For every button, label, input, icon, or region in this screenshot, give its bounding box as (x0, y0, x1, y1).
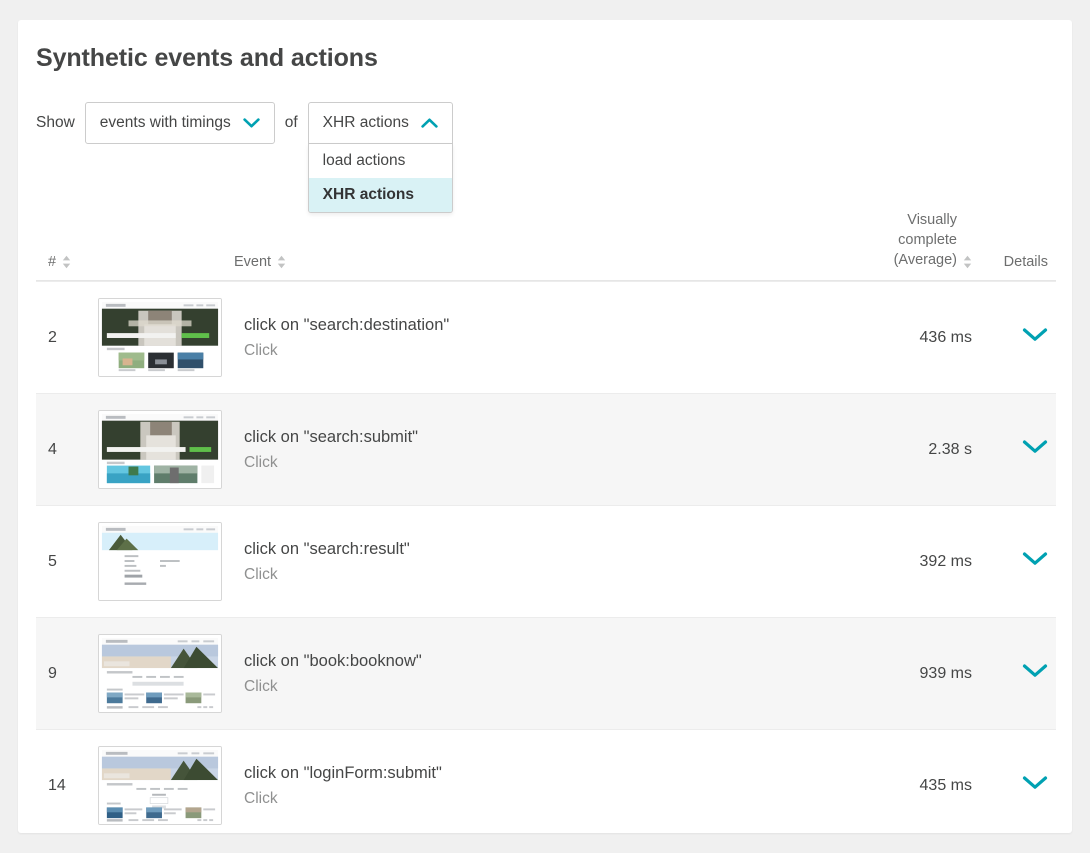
table-row[interactable]: 5 click on "search:result" Click 392 ms (36, 505, 1056, 617)
row-event-cell: click on "search:destination" Click (234, 313, 787, 363)
event-title: click on "loginForm:submit" (244, 763, 442, 782)
events-table: # Event Visually complete (Average) Deta… (36, 210, 1056, 841)
row-thumbnail-cell (98, 410, 234, 489)
dropdown-option-xhr-actions[interactable]: XHR actions (308, 178, 452, 212)
table-row[interactable]: 4 click on "search:submit" Click 2.38 s (36, 393, 1056, 505)
action-type-select-wrap: XHR actions load actions XHR actions (307, 102, 453, 213)
row-event-cell: click on "search:result" Click (234, 537, 787, 587)
column-header-number-label: # (48, 254, 57, 270)
event-subtitle: Click (244, 789, 278, 807)
row-expand-button[interactable] (972, 775, 1056, 796)
chevron-down-icon (1022, 775, 1048, 796)
event-title: click on "search:submit" (244, 427, 419, 446)
row-number: 2 (48, 328, 57, 346)
screenshot-thumbnail[interactable] (98, 746, 222, 825)
column-header-event-label: Event (234, 254, 272, 270)
event-subtitle: Click (244, 341, 278, 359)
page-root: Synthetic events and actions Show events… (0, 0, 1090, 853)
sort-arrows-icon[interactable] (963, 255, 972, 269)
dropdown-option-load-actions[interactable]: load actions (309, 144, 452, 178)
column-header-details-label: Details (1003, 254, 1048, 270)
column-header-event[interactable]: Event (234, 254, 787, 270)
filter-bar: Show events with timings of XHR actions (36, 102, 453, 213)
table-row[interactable]: 9 click on "book:booknow" Click 939 ms (36, 617, 1056, 729)
row-thumbnail-cell (98, 746, 234, 825)
synthetic-events-card: Synthetic events and actions Show events… (18, 20, 1072, 833)
screenshot-thumbnail[interactable] (98, 410, 222, 489)
chevron-up-icon (421, 118, 438, 129)
event-type-select-wrap: events with timings (84, 102, 275, 144)
row-visually-complete: 435 ms (919, 776, 972, 794)
event-type-select-value: events with timings (99, 114, 231, 131)
column-header-visually-complete-label: Visually complete (Average) (893, 212, 957, 268)
row-expand-button[interactable] (972, 663, 1056, 684)
row-expand-button[interactable] (972, 551, 1056, 572)
table-row[interactable]: 14 click on "loginForm:submit" Click 435… (36, 729, 1056, 841)
action-type-dropdown: load actions XHR actions (307, 144, 453, 213)
chevron-down-icon (243, 117, 260, 129)
column-header-visually-complete[interactable]: Visually complete (Average) (787, 210, 972, 270)
of-label: of (284, 114, 298, 131)
screenshot-thumbnail[interactable] (98, 298, 222, 377)
row-thumbnail-cell (98, 634, 234, 713)
row-expand-button[interactable] (972, 439, 1056, 460)
row-visually-complete: 939 ms (919, 664, 972, 682)
event-subtitle: Click (244, 677, 278, 695)
table-row[interactable]: 2 click on "search:destination" Click 43… (36, 281, 1056, 393)
sort-arrows-icon[interactable] (62, 255, 71, 269)
row-thumbnail-cell (98, 522, 234, 601)
chevron-down-icon (1022, 327, 1048, 348)
row-number: 4 (48, 440, 57, 458)
row-number: 14 (48, 776, 66, 794)
row-number: 9 (48, 664, 57, 682)
action-type-select-value: XHR actions (322, 114, 409, 131)
event-subtitle: Click (244, 565, 278, 583)
row-visually-complete: 392 ms (919, 552, 972, 570)
row-thumbnail-cell (98, 298, 234, 377)
chevron-down-icon (1022, 439, 1048, 460)
row-expand-button[interactable] (972, 327, 1056, 348)
event-subtitle: Click (244, 453, 278, 471)
row-visually-complete: 436 ms (919, 328, 972, 346)
row-number: 5 (48, 552, 57, 570)
column-header-details: Details (972, 254, 1056, 270)
show-label: Show (36, 114, 75, 131)
event-type-select[interactable]: events with timings (84, 102, 275, 144)
event-title: click on "book:booknow" (244, 651, 422, 670)
screenshot-thumbnail[interactable] (98, 634, 222, 713)
row-event-cell: click on "loginForm:submit" Click (234, 761, 787, 811)
event-title: click on "search:result" (244, 539, 410, 558)
table-header-row: # Event Visually complete (Average) Deta… (36, 210, 1056, 281)
action-type-select[interactable]: XHR actions (307, 102, 453, 144)
row-event-cell: click on "search:submit" Click (234, 425, 787, 475)
chevron-down-icon (1022, 551, 1048, 572)
column-header-number[interactable]: # (36, 254, 98, 270)
page-title: Synthetic events and actions (36, 44, 378, 72)
row-visually-complete: 2.38 s (928, 440, 972, 458)
sort-arrows-icon[interactable] (277, 255, 286, 269)
row-event-cell: click on "book:booknow" Click (234, 649, 787, 699)
event-title: click on "search:destination" (244, 315, 450, 334)
chevron-down-icon (1022, 663, 1048, 684)
screenshot-thumbnail[interactable] (98, 522, 222, 601)
